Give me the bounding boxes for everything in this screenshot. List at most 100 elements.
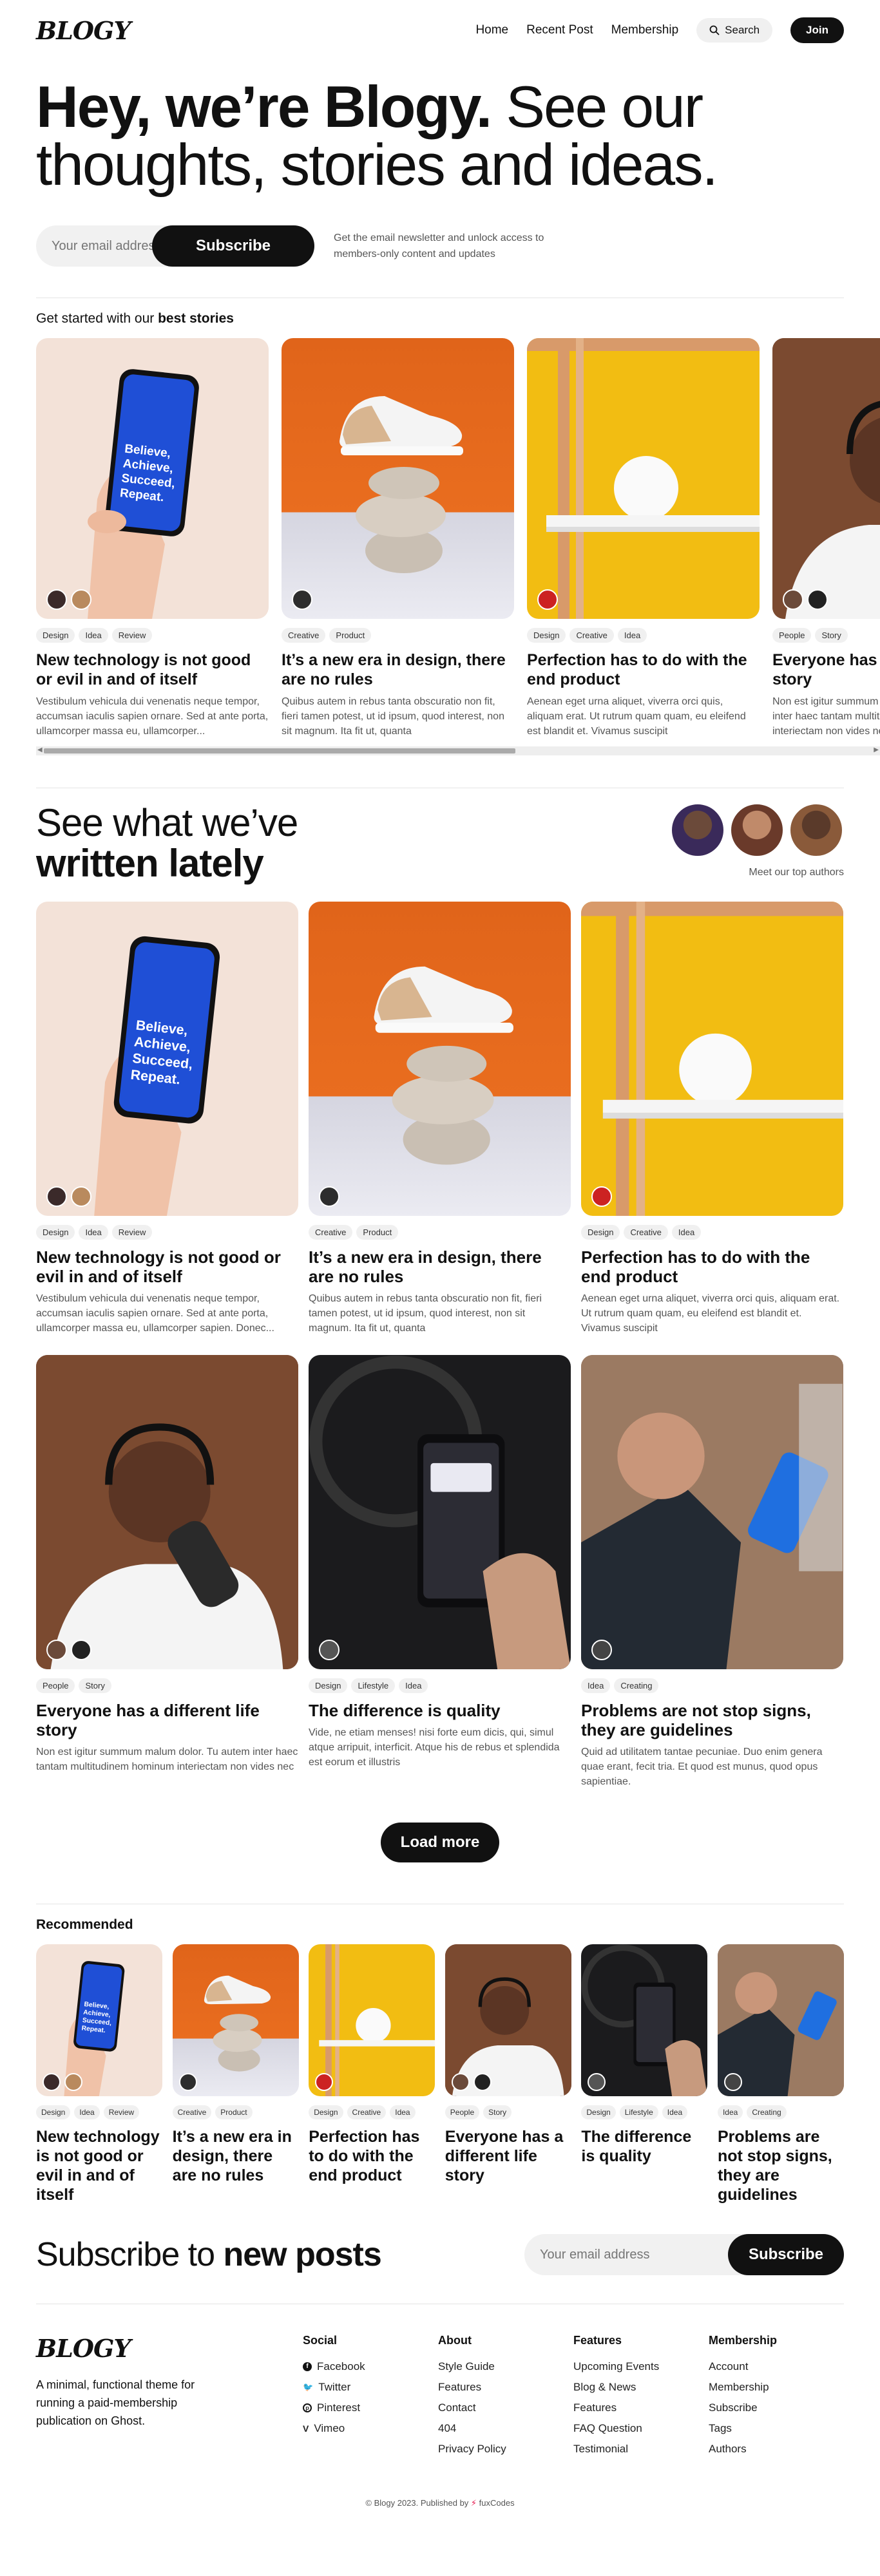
footer-link-facebook[interactable]: f Facebook bbox=[303, 2356, 438, 2377]
tag[interactable]: Idea bbox=[662, 2105, 688, 2119]
bottom-subscribe-button[interactable]: Subscribe bbox=[728, 2234, 844, 2275]
footer-link-twitter[interactable]: 🐦 Twitter bbox=[303, 2377, 438, 2398]
tag[interactable]: Review bbox=[111, 628, 153, 643]
story-image-phone[interactable]: Believe, Achieve, Succeed, Repeat. bbox=[36, 338, 269, 619]
footer-logo[interactable]: BLOGY bbox=[36, 2334, 303, 2363]
footer-link[interactable]: Contact bbox=[438, 2398, 573, 2418]
tag[interactable]: Idea bbox=[581, 1678, 611, 1693]
load-more-button[interactable]: Load more bbox=[381, 1823, 499, 1862]
avatar[interactable] bbox=[723, 2073, 742, 2091]
avatar[interactable] bbox=[315, 2073, 334, 2091]
avatar[interactable] bbox=[537, 589, 558, 610]
avatar[interactable] bbox=[591, 1186, 612, 1207]
scroll-left-icon[interactable]: ◀ bbox=[37, 746, 43, 753]
post-title[interactable]: New technology is not good or evil in an… bbox=[36, 2127, 162, 2204]
post-title[interactable]: Perfection has to do with the end produc… bbox=[527, 650, 760, 689]
tag[interactable]: Idea bbox=[74, 2105, 100, 2119]
tag[interactable]: Story bbox=[483, 2105, 512, 2119]
story-image-lamp[interactable] bbox=[527, 338, 760, 619]
post-title[interactable]: The difference is quality bbox=[309, 1701, 571, 1720]
post-card[interactable]: Creative Product It’s a new era in desig… bbox=[309, 902, 571, 1355]
recommended-card[interactable]: Design Creative Idea Perfection has to d… bbox=[309, 1944, 435, 2204]
tag[interactable]: Creating bbox=[614, 1678, 659, 1693]
tag[interactable]: Story bbox=[815, 628, 848, 643]
scrollbar-thumb[interactable] bbox=[44, 748, 515, 753]
hero-subscribe-button[interactable]: Subscribe bbox=[152, 225, 314, 267]
copyright-brand[interactable]: fuxCodes bbox=[479, 2498, 515, 2508]
tag[interactable]: Idea bbox=[390, 2105, 416, 2119]
footer-link[interactable]: Blog & News bbox=[573, 2377, 709, 2398]
recommended-image-boy-phone[interactable] bbox=[717, 1944, 844, 2096]
post-title[interactable]: Problems are not stop signs, they are gu… bbox=[581, 1701, 843, 1739]
post-title[interactable]: Perfection has to do with the end produc… bbox=[309, 2127, 435, 2185]
recommended-card[interactable]: Idea Creating Problems are not stop sign… bbox=[717, 1944, 844, 2204]
footer-link[interactable]: Membership bbox=[709, 2377, 844, 2398]
tag[interactable]: Design bbox=[581, 1225, 620, 1240]
author-avatar[interactable] bbox=[729, 802, 785, 858]
tag[interactable]: Creative bbox=[624, 1225, 668, 1240]
tag[interactable]: Creative bbox=[282, 628, 326, 643]
post-image-shoe[interactable] bbox=[309, 902, 571, 1216]
post-image-boy-phone[interactable] bbox=[581, 1355, 843, 1669]
footer-link[interactable]: Testimonial bbox=[573, 2439, 709, 2459]
tag[interactable]: Lifestyle bbox=[619, 2105, 658, 2119]
recommended-image-shoe[interactable] bbox=[172, 1944, 299, 2096]
tag[interactable]: Creative bbox=[347, 2105, 387, 2119]
tag[interactable]: People bbox=[772, 628, 812, 643]
tag[interactable]: Design bbox=[36, 628, 75, 643]
footer-link[interactable]: FAQ Question bbox=[573, 2418, 709, 2439]
nav-membership[interactable]: Membership bbox=[611, 23, 679, 37]
post-title[interactable]: Perfection has to do with the end produc… bbox=[581, 1247, 843, 1286]
join-button[interactable]: Join bbox=[790, 17, 844, 43]
tag[interactable]: Design bbox=[527, 628, 566, 643]
tag[interactable]: Idea bbox=[671, 1225, 702, 1240]
footer-link[interactable]: Style Guide bbox=[438, 2356, 573, 2377]
tag[interactable]: Idea bbox=[79, 1225, 108, 1240]
recommended-image-lamp[interactable] bbox=[309, 1944, 435, 2096]
author-avatar[interactable] bbox=[789, 802, 844, 858]
tag[interactable]: Design bbox=[309, 2105, 343, 2119]
bottom-email-input[interactable] bbox=[524, 2247, 692, 2262]
recommended-card[interactable]: People Story Everyone has a different li… bbox=[445, 1944, 571, 2204]
avatar[interactable] bbox=[292, 589, 312, 610]
tag[interactable]: Creative bbox=[569, 628, 614, 643]
avatar[interactable] bbox=[451, 2073, 470, 2091]
avatar[interactable] bbox=[43, 2073, 61, 2091]
tag[interactable]: Idea bbox=[717, 2105, 743, 2119]
story-card[interactable]: Design Creative Idea Perfection has to d… bbox=[527, 338, 760, 739]
avatar[interactable] bbox=[319, 1186, 340, 1207]
tag[interactable]: Lifestyle bbox=[351, 1678, 396, 1693]
tag[interactable]: Design bbox=[36, 2105, 71, 2119]
nav-recent-post[interactable]: Recent Post bbox=[526, 23, 593, 37]
avatar[interactable] bbox=[807, 589, 828, 610]
recommended-image-car-phone[interactable] bbox=[581, 1944, 708, 2096]
post-card[interactable]: Design Lifestyle Idea The difference is … bbox=[309, 1355, 571, 1808]
avatar[interactable] bbox=[46, 1186, 67, 1207]
footer-link-vimeo[interactable]: V Vimeo bbox=[303, 2418, 438, 2439]
slider-scrollbar[interactable]: ◀ ▶ bbox=[36, 746, 880, 755]
avatar[interactable] bbox=[64, 2073, 82, 2091]
tag[interactable]: Review bbox=[103, 2105, 140, 2119]
avatar[interactable] bbox=[46, 589, 67, 610]
tag[interactable]: Review bbox=[111, 1225, 153, 1240]
post-title[interactable]: Everyone has a different life story bbox=[36, 1701, 298, 1739]
post-title[interactable]: Everyone has a different life story bbox=[445, 2127, 571, 2185]
tag[interactable]: Design bbox=[309, 1678, 348, 1693]
post-card[interactable]: Idea Creating Problems are not stop sign… bbox=[581, 1355, 843, 1808]
tag[interactable]: People bbox=[445, 2105, 480, 2119]
footer-link[interactable]: 404 bbox=[438, 2418, 573, 2439]
post-title[interactable]: It’s a new era in design, there are no r… bbox=[282, 650, 514, 689]
post-title[interactable]: New technology is not good or evil in an… bbox=[36, 1247, 298, 1286]
top-authors-label[interactable]: Meet our top authors bbox=[670, 867, 844, 878]
post-title[interactable]: The difference is quality bbox=[581, 2127, 707, 2166]
recommended-card[interactable]: Believe, Achieve, Succeed, Repeat. Design I… bbox=[36, 1944, 162, 2204]
footer-link[interactable]: Features bbox=[438, 2377, 573, 2398]
recommended-image-podcast[interactable] bbox=[445, 1944, 571, 2096]
tag[interactable]: Idea bbox=[79, 628, 108, 643]
tag[interactable]: Creative bbox=[172, 2105, 212, 2119]
story-card[interactable]: People Story Everyone has a different li… bbox=[772, 338, 880, 739]
avatar[interactable] bbox=[178, 2073, 197, 2091]
avatar[interactable] bbox=[46, 1640, 67, 1660]
avatar[interactable] bbox=[71, 1640, 91, 1660]
tag[interactable]: People bbox=[36, 1678, 75, 1693]
